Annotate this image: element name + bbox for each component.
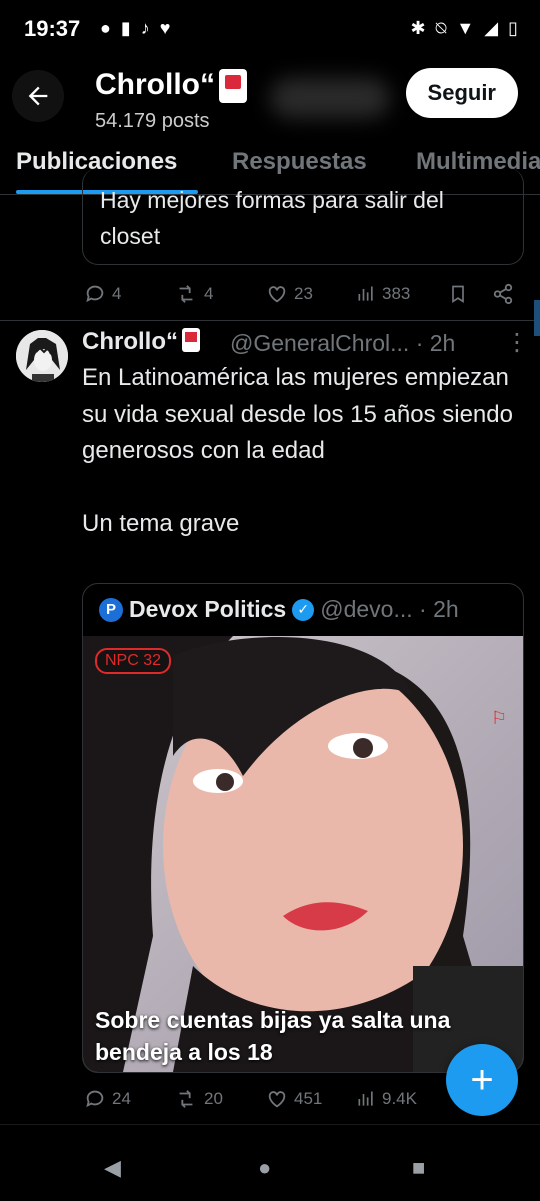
system-icons: ✱ ⍉ ▼ ◢ ▯ <box>411 18 518 39</box>
blurred-region <box>270 78 390 118</box>
views-button[interactable]: 9.4K <box>356 1089 417 1109</box>
repost-button[interactable]: 4 <box>174 283 213 305</box>
profile-name-text: Chrollo“ <box>95 68 215 101</box>
tweet-divider <box>0 320 540 321</box>
signal-icon: ◢ <box>484 18 499 38</box>
repost-count: 4 <box>204 284 214 303</box>
reply-count: 4 <box>112 284 122 303</box>
repost-count: 20 <box>204 1089 223 1108</box>
profile-name: Chrollo“ <box>95 68 247 104</box>
share-icon <box>493 283 513 305</box>
compose-button[interactable]: + <box>446 1044 518 1116</box>
tweet-author-name[interactable]: Chrollo“ <box>82 328 200 356</box>
npc-badge: NPC 32 <box>95 648 172 674</box>
arrow-left-icon <box>28 86 48 106</box>
more-options-icon[interactable]: ⋮ <box>505 328 529 357</box>
repost-button[interactable]: 20 <box>174 1088 223 1110</box>
heart-outline-icon <box>268 286 286 303</box>
reply-button[interactable]: 4 <box>84 283 121 305</box>
quoted-handle: @devo... · 2h <box>320 596 459 622</box>
like-count: 451 <box>294 1089 323 1108</box>
quoted-account-logo: P <box>99 597 123 622</box>
views-count: 9.4K <box>382 1089 417 1108</box>
avatar[interactable] <box>16 330 68 382</box>
tweet-text: En Latinoamérica las mujeres empiezan su… <box>82 364 513 537</box>
quoted-image[interactable]: NPC 32 ⚐ Sobre cuentas bijas ya salta un… <box>83 636 523 1072</box>
quoted-account-name: Devox Politics <box>129 596 287 622</box>
reply-icon <box>86 1090 104 1108</box>
tweet-handle: @GeneralChrol... · 2h <box>230 330 456 356</box>
repost-icon <box>179 1090 193 1108</box>
like-count: 23 <box>294 284 313 303</box>
prev-quote-text: Hay mejores formas para salir del closet <box>100 187 444 249</box>
bell-off-icon: ⍉ <box>435 18 447 38</box>
quoted-tweet-card[interactable]: P Devox Politics ✓ @devo... · 2h NPC 32 … <box>82 583 524 1073</box>
card-emoji-icon <box>219 69 247 104</box>
repost-icon <box>179 285 193 303</box>
views-count: 383 <box>382 284 411 303</box>
bookmark-button[interactable] <box>448 283 468 305</box>
profile-header: Chrollo“ 54.179 posts Seguir <box>0 60 540 132</box>
card-emoji-icon <box>182 328 200 352</box>
status-time: 19:37 <box>24 16 81 41</box>
nav-recents-icon[interactable]: ■ <box>412 1155 425 1181</box>
prev-tweet-actions: 4 4 23 383 <box>0 282 540 306</box>
share-button[interactable] <box>492 283 514 305</box>
flag-icon: ⚐ <box>491 708 508 728</box>
system-nav-bar: ◀ ● ■ <box>0 1124 540 1201</box>
post-count: 54.179 posts <box>95 110 210 132</box>
chat-bubble-icon: ● <box>100 18 111 38</box>
status-bar: 19:37 ● ▮ ♪ ♥ ✱ ⍉ ▼ ◢ ▯ <box>0 0 540 60</box>
reply-count: 24 <box>112 1089 131 1108</box>
anime-avatar-icon <box>16 330 68 382</box>
tweet-author-text: Chrollo“ <box>82 328 178 355</box>
battery-icon: ▯ <box>508 18 518 38</box>
bar-chart-icon <box>358 286 373 301</box>
nav-home-icon[interactable]: ● <box>258 1155 271 1181</box>
bluetooth-icon: ✱ <box>410 18 426 38</box>
nav-back-icon[interactable]: ◀ <box>104 1155 121 1181</box>
follow-button[interactable]: Seguir <box>405 68 518 118</box>
verified-badge-icon: ✓ <box>292 598 315 621</box>
back-button[interactable] <box>12 70 64 122</box>
views-button[interactable]: 383 <box>356 284 410 304</box>
quoted-tweet-header: P Devox Politics ✓ @devo... · 2h <box>99 596 459 623</box>
bar-chart-icon <box>358 1091 373 1106</box>
heart-icon: ♥ <box>159 18 171 38</box>
notification-icons: ● ▮ ♪ ♥ <box>100 18 170 39</box>
bookmark-icon <box>452 285 464 304</box>
battery-saver-icon: ▮ <box>120 18 131 38</box>
tiktok-icon: ♪ <box>140 18 150 38</box>
plus-icon: + <box>470 1057 494 1102</box>
reply-icon <box>86 285 104 303</box>
heart-outline-icon <box>268 1091 286 1108</box>
reply-button[interactable]: 24 <box>84 1088 131 1110</box>
like-button[interactable]: 23 <box>266 283 313 305</box>
wifi-icon: ▼ <box>456 18 475 38</box>
scroll-marker <box>534 300 540 336</box>
like-button[interactable]: 451 <box>266 1088 322 1110</box>
